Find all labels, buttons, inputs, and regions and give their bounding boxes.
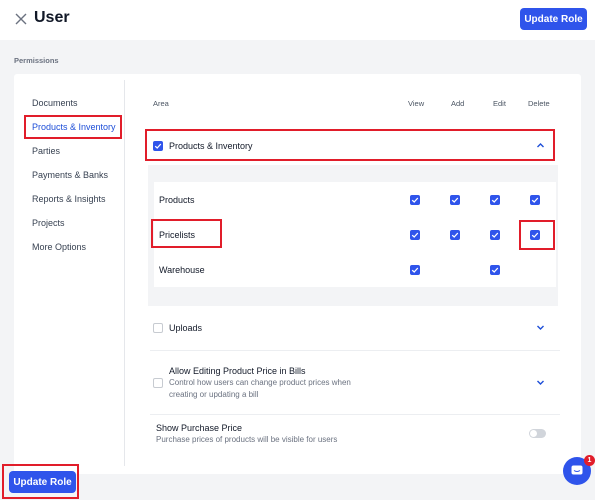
- uploads-checkbox[interactable]: [153, 323, 163, 333]
- page-title: User: [34, 9, 70, 26]
- sidebar-item-payments-banks[interactable]: Payments & Banks: [32, 170, 108, 180]
- check-icon: [491, 232, 499, 238]
- row-label-warehouse: Warehouse: [159, 265, 205, 275]
- allow-editing-desc-line2: creating or updating a bill: [169, 390, 259, 399]
- allow-editing-label: Allow Editing Product Price in Bills: [169, 366, 306, 376]
- sidebar-item-parties[interactable]: Parties: [32, 146, 60, 156]
- sidebar-item-products-inventory[interactable]: Products & Inventory: [32, 122, 116, 132]
- show-purchase-desc: Purchase prices of products will be visi…: [156, 435, 338, 444]
- column-header-view: View: [408, 99, 425, 108]
- section-label: Permissions: [14, 56, 59, 65]
- checkbox-warehouse-edit[interactable]: [490, 265, 500, 275]
- update-role-button-bottom[interactable]: Update Role: [9, 471, 76, 493]
- column-header-edit: Edit: [493, 99, 506, 108]
- checkbox-pricelists-add[interactable]: [450, 230, 460, 240]
- checkbox-products-view[interactable]: [410, 195, 420, 205]
- chevron-down-icon[interactable]: [536, 323, 545, 332]
- uploads-label: Uploads: [169, 323, 203, 333]
- checkbox-warehouse-view[interactable]: [410, 265, 420, 275]
- row-label-products: Products: [159, 195, 195, 205]
- check-icon: [491, 197, 499, 203]
- check-icon: [411, 267, 419, 273]
- sidebar-divider: [124, 80, 125, 466]
- column-header-area: Area: [153, 99, 169, 108]
- sidebar-item-reports-insights[interactable]: Reports & Insights: [32, 194, 106, 204]
- row-label-pricelists: Pricelists: [159, 230, 196, 240]
- close-icon[interactable]: [14, 12, 28, 26]
- group-label: Products & Inventory: [169, 141, 253, 151]
- check-icon: [411, 232, 419, 238]
- chat-badge: 1: [584, 455, 595, 466]
- column-header-add: Add: [451, 99, 465, 108]
- checkbox-products-add[interactable]: [450, 195, 460, 205]
- sidebar-item-projects[interactable]: Projects: [32, 218, 65, 228]
- show-purchase-label: Show Purchase Price: [156, 423, 243, 433]
- chevron-up-icon[interactable]: [536, 141, 545, 150]
- check-icon: [491, 267, 499, 273]
- sidebar-item-more-options[interactable]: More Options: [32, 242, 86, 252]
- update-role-button-top[interactable]: Update Role: [520, 8, 587, 30]
- divider: [150, 350, 560, 351]
- group-checkbox[interactable]: [153, 141, 163, 151]
- allow-editing-checkbox[interactable]: [153, 378, 163, 388]
- divider: [150, 414, 560, 415]
- check-icon: [451, 197, 459, 203]
- check-icon: [531, 197, 539, 203]
- check-icon: [531, 232, 539, 238]
- show-purchase-toggle[interactable]: [529, 429, 546, 438]
- checkbox-products-delete[interactable]: [530, 195, 540, 205]
- check-icon: [154, 143, 162, 149]
- allow-editing-desc-line1: Control how users can change product pri…: [169, 378, 351, 387]
- check-icon: [411, 197, 419, 203]
- toggle-knob: [530, 430, 537, 437]
- checkbox-pricelists-view[interactable]: [410, 230, 420, 240]
- column-header-delete: Delete: [528, 99, 550, 108]
- chevron-down-icon[interactable]: [536, 378, 545, 387]
- chat-icon: [571, 465, 583, 475]
- checkbox-products-edit[interactable]: [490, 195, 500, 205]
- checkbox-pricelists-edit[interactable]: [490, 230, 500, 240]
- check-icon: [451, 232, 459, 238]
- top-bar: User Update Role: [0, 0, 595, 40]
- checkbox-pricelists-delete[interactable]: [530, 230, 540, 240]
- sidebar-item-documents[interactable]: Documents: [32, 98, 78, 108]
